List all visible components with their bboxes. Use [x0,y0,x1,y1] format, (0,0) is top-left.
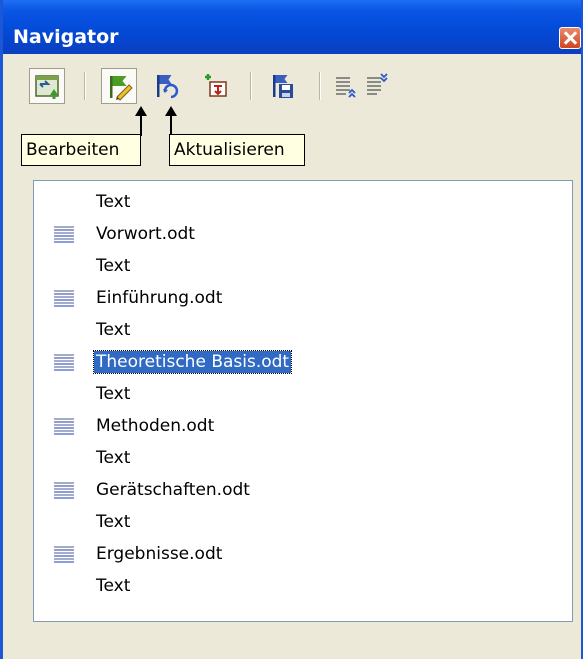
edit-flag-icon [110,76,133,101]
insert-icon [205,74,227,97]
tree-item[interactable]: Text [34,506,572,538]
toolbar-separator [250,72,252,100]
tree-item-label: Gerätschaften.odt [96,480,250,500]
tree-item[interactable]: Text [34,250,572,282]
toolbar [3,54,581,114]
tooltip-edit: Bearbeiten [21,134,141,166]
tree-item[interactable]: Gerätschaften.odt [34,474,572,506]
document-icon [54,546,74,563]
tree-item[interactable]: Theoretische Basis.odt [34,346,572,378]
document-icon [54,226,74,243]
move-up-icon [336,77,356,98]
tree-item-label: Einführung.odt [96,288,223,308]
document-icon [54,354,74,371]
edit-button[interactable] [101,68,137,104]
document-icon [54,482,74,499]
tree-item[interactable]: Einführung.odt [34,282,572,314]
tree-item-label: Text [96,192,131,212]
document-icon [54,418,74,435]
tree-item-label: Ergebnisse.odt [96,544,223,564]
tree-item[interactable]: Methoden.odt [34,410,572,442]
move-down-icon [367,73,388,95]
tree-item-label: Text [96,320,131,340]
save-as-icon [273,75,293,98]
save-as-button[interactable] [265,68,301,104]
tree-item-label: Theoretische Basis.odt [92,350,293,374]
navigator-toggle-button[interactable] [29,68,65,104]
document-icon [54,290,74,307]
window-title: Navigator [13,26,119,48]
tree-item[interactable]: Text [34,442,572,474]
tree-item-label: Text [96,512,131,532]
navigator-window: Navigator Bearbeiten Aktualisieren Text … [0,0,583,659]
tree-item-label: Text [96,384,131,404]
insert-button[interactable] [198,68,234,104]
move-down-button[interactable] [359,68,395,104]
tooltip-update: Aktualisieren [169,134,305,166]
tooltip-pointer-edit [135,106,147,136]
tree-item[interactable]: Text [34,570,572,602]
title-bar[interactable]: Navigator [3,0,581,54]
content-tree[interactable]: Text Vorwort.odt Text Einführung.odt Text The… [33,180,573,622]
toolbar-separator [319,72,321,100]
tree-item-label: Text [96,576,131,596]
tree-item[interactable]: Vorwort.odt [34,218,572,250]
tree-item[interactable]: Text [34,186,572,218]
toolbar-separator [84,72,86,100]
update-button[interactable] [149,68,185,104]
tooltip-pointer-update [165,106,177,136]
tree-item-label: Text [96,448,131,468]
tree-item-label: Vorwort.odt [96,224,195,244]
tree-item[interactable]: Text [34,314,572,346]
close-icon[interactable] [559,27,581,49]
tree-item[interactable]: Text [34,378,572,410]
tree-item-label: Methoden.odt [96,416,215,436]
update-flag-icon [157,75,179,99]
navigator-toggle-icon [35,75,59,99]
tree-item[interactable]: Ergebnisse.odt [34,538,572,570]
tree-item-label: Text [96,256,131,276]
